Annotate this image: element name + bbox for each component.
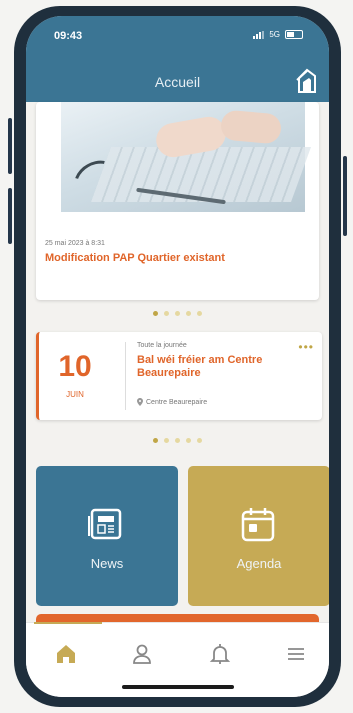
news-tile-label: News bbox=[90, 556, 124, 571]
bell-icon[interactable] bbox=[208, 642, 232, 666]
carousel-dot[interactable] bbox=[153, 311, 158, 316]
carousel-dot[interactable] bbox=[164, 311, 169, 316]
power-button bbox=[343, 156, 347, 236]
event-card[interactable]: 10 JUIN Toute la journée Bal wéi fréier … bbox=[36, 332, 322, 420]
volume-up-button bbox=[8, 118, 12, 174]
user-icon[interactable] bbox=[130, 642, 154, 666]
event-month: JUIN bbox=[66, 390, 84, 399]
carousel-dot[interactable] bbox=[175, 311, 180, 316]
location-pin-icon bbox=[137, 398, 143, 406]
carousel-dot[interactable] bbox=[153, 438, 158, 443]
page-title: Accueil bbox=[154, 74, 201, 90]
menu-icon[interactable] bbox=[284, 642, 308, 666]
volume-down-button bbox=[8, 188, 12, 244]
status-time: 09:43 bbox=[54, 30, 83, 42]
carousel-dot[interactable] bbox=[197, 311, 202, 316]
event-location: Centre Beaurepaire bbox=[137, 398, 207, 406]
event-carousel-dots bbox=[26, 438, 329, 443]
carousel-dot[interactable] bbox=[164, 438, 169, 443]
calendar-icon bbox=[241, 508, 275, 542]
app-header: 09:43 5G Accueil bbox=[26, 16, 329, 102]
event-divider bbox=[125, 342, 126, 410]
newspaper-icon bbox=[88, 508, 122, 540]
status-right: 5G bbox=[253, 30, 303, 39]
more-options-icon[interactable]: ••• bbox=[298, 340, 314, 354]
agenda-tile-label: Agenda bbox=[236, 556, 282, 571]
home-icon[interactable] bbox=[54, 642, 78, 666]
nav-active-indicator bbox=[34, 622, 102, 624]
news-card-title: Modification PAP Quartier existant bbox=[45, 252, 225, 264]
carousel-dot[interactable] bbox=[175, 438, 180, 443]
home-indicator[interactable] bbox=[122, 685, 234, 689]
carousel-dot[interactable] bbox=[186, 438, 191, 443]
signal-icon bbox=[253, 30, 265, 39]
news-card[interactable]: 25 mai 2023 à 8:31 Modification PAP Quar… bbox=[36, 102, 319, 300]
event-all-day: Toute la journée bbox=[137, 342, 187, 349]
event-day: 10 bbox=[58, 350, 92, 383]
carousel-dot[interactable] bbox=[197, 438, 202, 443]
phone-frame: 09:43 5G Accueil 25 mai 2023 à 8:31 Modi… bbox=[8, 6, 347, 707]
carousel-dot[interactable] bbox=[186, 311, 191, 316]
main-content: 25 mai 2023 à 8:31 Modification PAP Quar… bbox=[26, 102, 329, 634]
status-bar: 09:43 5G bbox=[26, 30, 329, 46]
news-carousel-dots bbox=[26, 311, 329, 316]
app-logo-icon[interactable] bbox=[295, 66, 319, 94]
network-label: 5G bbox=[269, 30, 280, 39]
screen: 09:43 5G Accueil 25 mai 2023 à 8:31 Modi… bbox=[26, 16, 329, 697]
news-card-date: 25 mai 2023 à 8:31 bbox=[45, 240, 105, 247]
news-tile[interactable]: News bbox=[36, 466, 178, 606]
event-location-text: Centre Beaurepaire bbox=[146, 398, 208, 406]
agenda-tile[interactable]: Agenda bbox=[188, 466, 329, 606]
news-card-image bbox=[61, 102, 312, 212]
event-title: Bal wéi fréier am Centre Beaurepaire bbox=[137, 354, 263, 379]
battery-icon bbox=[285, 30, 303, 39]
